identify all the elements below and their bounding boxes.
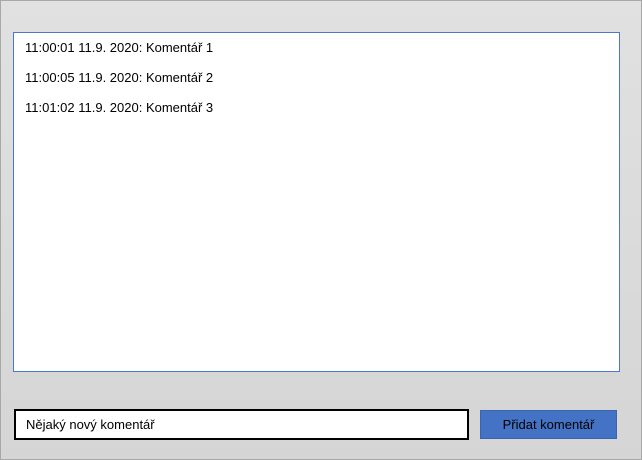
comments-window: 11:00:01 11.9. 2020: Komentář 1 11:00:05…: [0, 0, 642, 460]
comment-item: 11:00:05 11.9. 2020: Komentář 2: [25, 70, 214, 85]
comment-item: 11:01:02 11.9. 2020: Komentář 3: [25, 100, 214, 115]
comments-list[interactable]: 11:00:01 11.9. 2020: Komentář 1 11:00:05…: [13, 32, 620, 372]
comment-item: 11:00:01 11.9. 2020: Komentář 1: [25, 40, 214, 55]
add-comment-button[interactable]: Přidat komentář: [480, 410, 617, 439]
new-comment-input[interactable]: [14, 409, 469, 440]
